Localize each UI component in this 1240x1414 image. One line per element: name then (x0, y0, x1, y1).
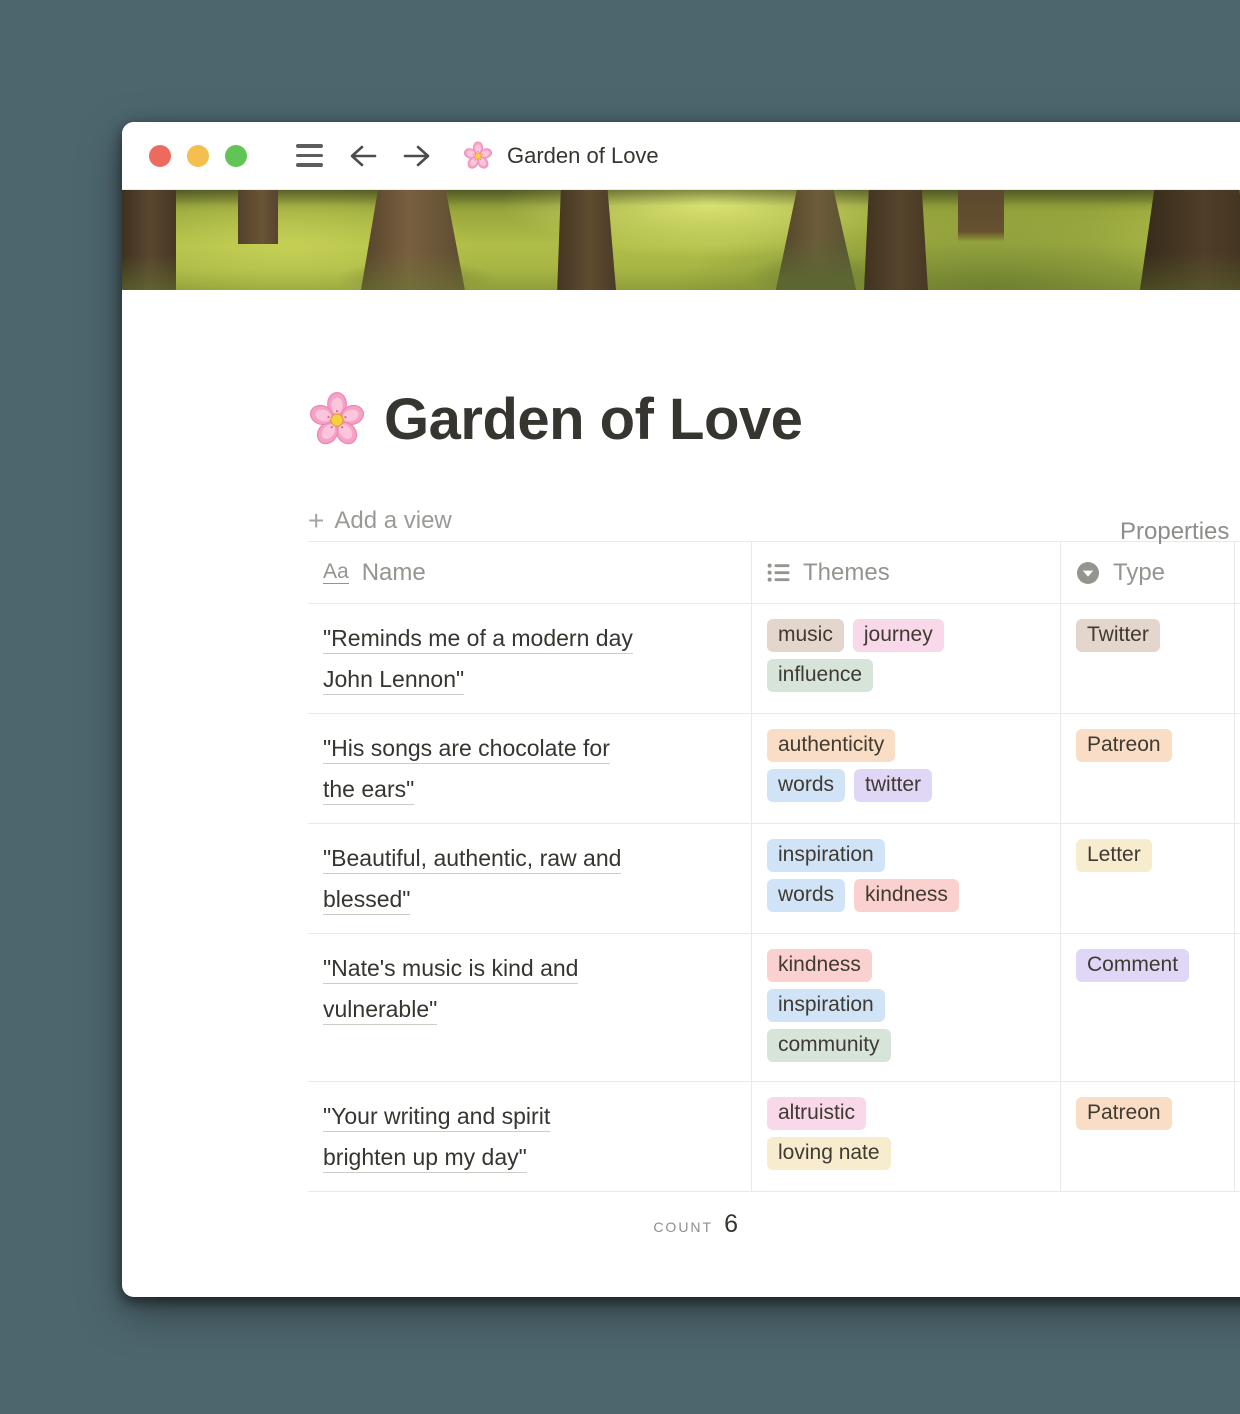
type-cell[interactable]: Patreon (1061, 714, 1235, 823)
type-cell[interactable]: Patreon (1061, 1082, 1235, 1191)
row-title-text: brighten up my day" (323, 1144, 527, 1173)
column-header-name[interactable]: Aa Name (308, 542, 752, 603)
tree-trunk (776, 190, 856, 290)
name-cell[interactable]: "Reminds me of a modern day John Lennon" (308, 604, 752, 713)
theme-tag: words (767, 879, 845, 912)
type-tag: Patreon (1076, 729, 1172, 762)
themes-cell[interactable]: inspiration words kindness (752, 824, 1061, 933)
row-title-text: "Your writing and spirit (323, 1103, 550, 1132)
row-title-text: "Nate's music is kind and (323, 955, 578, 984)
row-title-text: the ears" (323, 776, 414, 805)
count-value: 6 (724, 1210, 738, 1239)
theme-tag: altruistic (767, 1097, 866, 1130)
type-tag: Patreon (1076, 1097, 1172, 1130)
tree-trunk (238, 190, 278, 244)
table-header: Aa Name Themes Type (308, 542, 1240, 604)
type-cell[interactable]: Letter (1061, 824, 1235, 933)
close-button[interactable] (149, 145, 171, 167)
count-footer[interactable]: COUNT 6 (308, 1192, 752, 1239)
theme-tag: twitter (854, 769, 932, 802)
back-icon[interactable] (349, 144, 377, 168)
tree-trunk (1140, 190, 1240, 290)
page-icon-cherry-blossom[interactable] (308, 391, 366, 449)
theme-tag: inspiration (767, 839, 885, 872)
row-title-text: "His songs are chocolate for (323, 735, 610, 764)
tree-trunk (862, 190, 930, 290)
table-body: "Reminds me of a modern day John Lennon" m… (308, 604, 1240, 1192)
count-label: COUNT (653, 1219, 713, 1235)
type-cell[interactable]: Twitter (1061, 604, 1235, 713)
column-header-type[interactable]: Type (1061, 542, 1235, 603)
filler-cell (1235, 824, 1240, 933)
themes-cell[interactable]: kindness inspiration community (752, 934, 1061, 1081)
text-icon: Aa (323, 561, 349, 584)
view-toolbar: + Add a view (308, 501, 1240, 541)
table-row[interactable]: "Your writing and spirit brighten up my d… (308, 1082, 1240, 1192)
window-title: Garden of Love (507, 143, 659, 169)
column-header-filler (1235, 542, 1240, 603)
theme-tag: inspiration (767, 989, 885, 1022)
titlebar: Garden of Love (122, 122, 1240, 190)
add-view-button[interactable]: + Add a view (308, 507, 452, 535)
type-cell[interactable]: Comment (1061, 934, 1235, 1081)
filler-cell (1235, 714, 1240, 823)
theme-tag: authenticity (767, 729, 895, 762)
theme-tag: kindness (854, 879, 959, 912)
filler-cell (1235, 604, 1240, 713)
theme-tag: words (767, 769, 845, 802)
theme-tag: loving nate (767, 1137, 891, 1170)
forward-icon[interactable] (403, 144, 431, 168)
name-cell[interactable]: "Your writing and spirit brighten up my d… (308, 1082, 752, 1191)
app-window: Garden of Love Garden of Love + Add a vi… (122, 122, 1240, 1297)
row-title-text: "Reminds me of a modern day (323, 625, 633, 654)
select-icon (1076, 561, 1100, 585)
minimize-button[interactable] (187, 145, 209, 167)
zoom-button[interactable] (225, 145, 247, 167)
type-tag: Comment (1076, 949, 1189, 982)
row-title-text: John Lennon" (323, 666, 464, 695)
table-row[interactable]: "Nate's music is kind and vulnerable" kind… (308, 934, 1240, 1082)
type-tag: Twitter (1076, 619, 1160, 652)
themes-cell[interactable]: altruistic loving nate (752, 1082, 1061, 1191)
theme-tag: community (767, 1029, 891, 1062)
name-cell[interactable]: "Beautiful, authentic, raw and blessed" (308, 824, 752, 933)
page-header: Garden of Love (308, 386, 1240, 453)
bulleted-list-icon (767, 561, 790, 584)
type-tag: Letter (1076, 839, 1152, 872)
column-header-themes[interactable]: Themes (752, 542, 1061, 603)
tree-trunk (556, 190, 616, 290)
tree-trunk (361, 190, 467, 290)
table-row[interactable]: "Beautiful, authentic, raw and blessed" in… (308, 824, 1240, 934)
theme-tag: kindness (767, 949, 872, 982)
cherry-blossom-icon (463, 141, 493, 171)
table-row[interactable]: "Reminds me of a modern day John Lennon" m… (308, 604, 1240, 714)
menu-icon[interactable] (296, 144, 323, 167)
name-cell[interactable]: "Nate's music is kind and vulnerable" (308, 934, 752, 1081)
theme-tag: music (767, 619, 844, 652)
tree-trunk (122, 190, 176, 290)
table-row[interactable]: "His songs are chocolate for the ears" aut… (308, 714, 1240, 824)
row-title-text: "Beautiful, authentic, raw and (323, 845, 621, 874)
name-cell[interactable]: "His songs are chocolate for the ears" (308, 714, 752, 823)
row-title-text: blessed" (323, 886, 410, 915)
properties-button[interactable]: Properties (1120, 518, 1229, 546)
tree-trunk (958, 190, 1004, 242)
plus-icon: + (308, 507, 324, 535)
themes-cell[interactable]: music journey influence (752, 604, 1061, 713)
row-title-text: vulnerable" (323, 996, 437, 1025)
page-title: Garden of Love (384, 386, 802, 453)
filler-cell (1235, 1082, 1240, 1191)
themes-cell[interactable]: authenticity words twitter (752, 714, 1061, 823)
theme-tag: influence (767, 659, 873, 692)
theme-tag: journey (853, 619, 944, 652)
filler-cell (1235, 934, 1240, 1081)
cover-image (122, 190, 1240, 290)
database-table: Aa Name Themes Type "Reminds me of (308, 541, 1240, 1192)
